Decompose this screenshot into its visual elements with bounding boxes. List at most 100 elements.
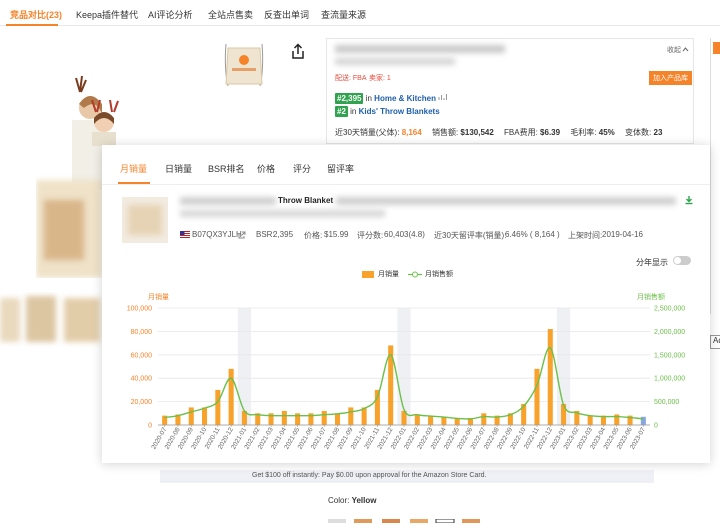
rank-chart-icon[interactable]: [438, 93, 448, 101]
fba-label: 配送: FBA: [335, 75, 367, 82]
fba-fee-value: $6.39: [540, 128, 561, 137]
sales-bar: [215, 389, 221, 425]
y-tick-right: 500,000: [654, 399, 679, 406]
sales-bar: [334, 413, 341, 425]
margin-label: 毛利率:: [570, 128, 597, 137]
legend-line-label: 月销售额: [425, 271, 453, 278]
rank-row-2: #2 in Kids' Throw Blankets: [335, 106, 440, 117]
add-to-library-button[interactable]: 加入产品库: [649, 71, 692, 85]
popup-product-title: Throw Blanket: [278, 196, 334, 205]
rank-category-1[interactable]: Home & Kitchen: [374, 94, 436, 103]
fba-fee-label: FBA费用:: [504, 128, 538, 137]
y-tick-left: 100,000: [127, 306, 152, 313]
collapse-link[interactable]: 收起: [667, 45, 681, 55]
rank-row-1: #2,395 in Home & Kitchen: [335, 93, 448, 104]
tab-traffic-sources[interactable]: 查流量来源: [321, 8, 366, 21]
listed-date-label: 上架时间:: [568, 231, 603, 240]
sales-bar: [428, 415, 434, 425]
asin-text: B07QX3YJLH: [192, 230, 242, 239]
revenue-value: $130,542: [460, 128, 494, 137]
right-side-panel: [710, 38, 720, 314]
sales-bar: [414, 414, 420, 425]
y-axis-label-right: 月销售额: [637, 292, 665, 301]
blurred-subtitle: [335, 58, 455, 65]
sales-label: 近30天销量(父体):: [335, 128, 400, 137]
popup-tab-bsr-rank[interactable]: BSR排名: [208, 162, 245, 175]
y-tick-right: 1,500,000: [654, 352, 685, 359]
external-link-icon[interactable]: [238, 231, 246, 239]
year-toggle-switch[interactable]: [673, 256, 691, 265]
popup-product-thumbnail: [122, 197, 168, 243]
legend-line-item[interactable]: 月销售额: [408, 269, 453, 279]
revenue-label: 销售额:: [431, 128, 459, 137]
download-icon[interactable]: [684, 195, 694, 205]
tab-ai-review-analysis[interactable]: AI评论分析: [148, 8, 193, 21]
y-tick-left: 40,000: [131, 376, 153, 383]
product-thumbnails[interactable]: [0, 292, 102, 350]
variants-value: 23: [653, 128, 663, 137]
tab-keepa-replacement[interactable]: Keepa插件替代: [76, 8, 138, 21]
rank-badge-2: #2: [335, 106, 348, 117]
popup-tab-review-rate[interactable]: 留评率: [327, 162, 354, 175]
sales-bar: [348, 407, 354, 425]
tab-reverse-keywords[interactable]: 反查出单词: [264, 8, 309, 21]
price-value: $15.99: [324, 230, 349, 239]
y-tick-right: 2,500,000: [654, 306, 685, 313]
chevron-up-icon[interactable]: [682, 46, 689, 52]
legend-bar-item[interactable]: 月销量: [362, 269, 399, 279]
sales-bar: [587, 415, 593, 425]
year-band: [237, 308, 252, 425]
variants-label: 变体数:: [625, 128, 652, 137]
sales-bar: [202, 407, 208, 425]
rank-category-2[interactable]: Kids' Throw Blankets: [359, 107, 440, 116]
legend-bar-swatch: [362, 270, 374, 278]
side-button[interactable]: Ad: [710, 335, 720, 349]
y-axis-label-left: 月销量: [148, 292, 169, 301]
popup-tab-daily-sales[interactable]: 日销量: [165, 162, 192, 175]
blurred-title-line2: [180, 210, 385, 217]
promo-banner[interactable]: Get $100 off instantly: Pay $0.00 upon a…: [160, 470, 654, 483]
bsr-value: 2,395: [273, 230, 294, 239]
margin-value: 45%: [598, 128, 615, 137]
drawstring-bag-image[interactable]: [218, 38, 270, 88]
share-icon[interactable]: [289, 43, 307, 61]
rating-label: 评分数:: [357, 231, 384, 240]
blurred-title-left: [180, 197, 276, 205]
y-tick-left: 60,000: [131, 352, 153, 359]
blurred-title-right: [336, 197, 676, 205]
sales-bar: [534, 368, 540, 425]
color-swatches[interactable]: [326, 510, 486, 524]
popup-tab-price[interactable]: 价格: [257, 162, 275, 175]
listed-date-value: 2019-04-16: [602, 230, 643, 239]
popup-tab-monthly-sales[interactable]: 月销量: [120, 162, 147, 175]
review-rate-label: 近30天留评率(销量):: [434, 231, 507, 240]
color-label: Color:: [328, 496, 350, 505]
rank-badge-1: #2,395: [335, 93, 364, 104]
y-tick-left: 80,000: [131, 329, 153, 336]
sales-bar: [547, 329, 553, 425]
tab-all-site-sales[interactable]: 全站点售卖: [208, 8, 253, 21]
blurred-title: [335, 45, 505, 53]
rank-in-2: in: [350, 107, 357, 116]
popup-tab-rating[interactable]: 评分: [293, 162, 311, 175]
year-band: [397, 308, 411, 425]
legend-line-swatch: [408, 271, 422, 278]
bsr-label: BSR:: [256, 230, 275, 239]
year-toggle-label: 分年显示: [636, 258, 668, 267]
popup-tabs-divider: [102, 184, 710, 185]
sales-bar: [441, 416, 447, 425]
top-nav: 竞品对比(23) Keepa插件替代 AI评论分析 全站点售卖 反查出单词 查流…: [0, 0, 720, 26]
sales-trend-popup: 月销量 日销量 BSR排名 价格 评分 留评率 Throw Blanket B0…: [102, 145, 710, 463]
sales-bar: [228, 368, 234, 425]
sales-chart[interactable]: 100,000 2,500,000 80,000 2,000,000 60,000 1,5…: [102, 285, 710, 463]
reindeer-girl-image: [84, 98, 124, 146]
y-tick-left: 0: [148, 423, 152, 430]
seller-count: 卖家: 1: [369, 75, 391, 82]
tab-competitor-compare[interactable]: 竞品对比(23): [10, 8, 62, 21]
sales-value: 8,164: [401, 128, 422, 137]
color-value: Yellow: [351, 496, 377, 505]
us-flag-icon: [180, 231, 190, 238]
product-info-panel: 收起 配送: FBA 卖家: 1 加入产品库 #2,395 in Home & …: [326, 38, 694, 144]
y-tick-right: 1,000,000: [654, 376, 685, 383]
sales-bar: [188, 407, 194, 425]
